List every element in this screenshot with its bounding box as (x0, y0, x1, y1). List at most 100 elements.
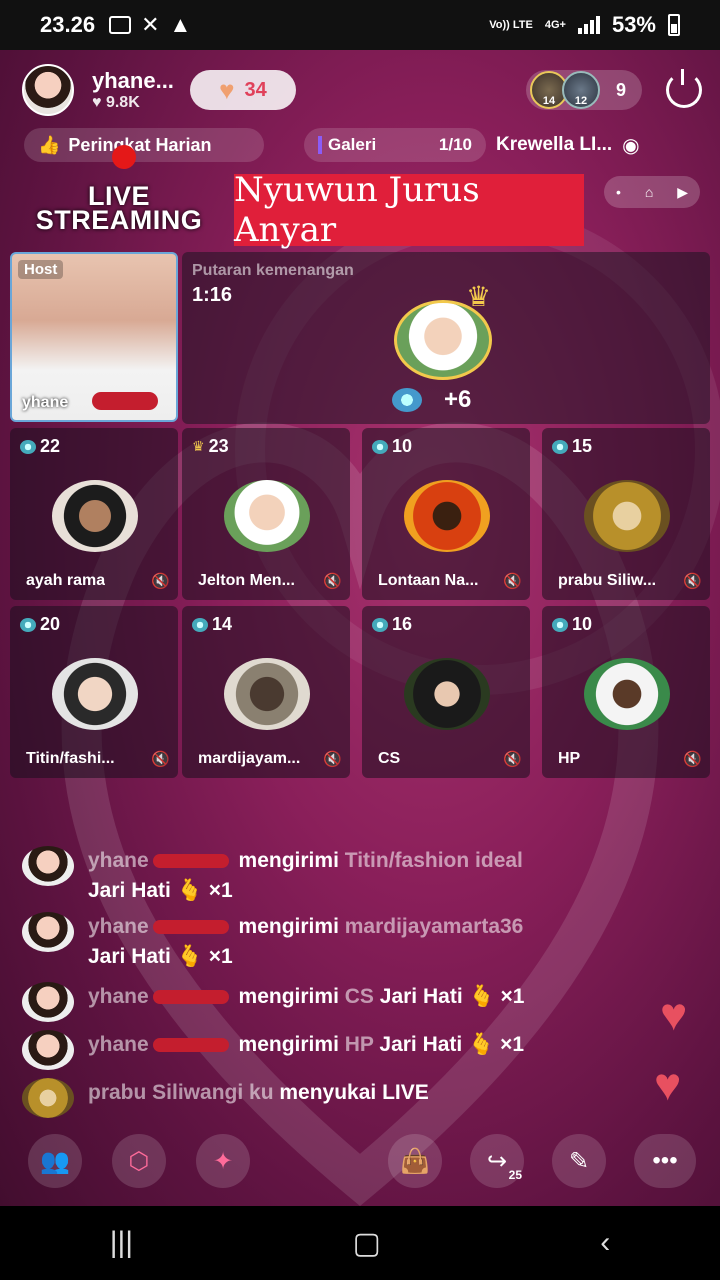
guest-avatar[interactable] (584, 658, 670, 730)
live-label-line2: STREAMING (35, 205, 203, 235)
diamond-icon (20, 617, 36, 632)
guest-seat[interactable]: 14 mardijayam... 🔇 (182, 606, 350, 778)
chat-gift: Jari Hati (379, 985, 463, 1008)
seat-level-value: 14 (212, 614, 233, 634)
chat-avatar[interactable] (22, 1078, 74, 1118)
share-icon[interactable]: ↪ 25 (470, 1134, 524, 1188)
guest-avatar[interactable] (52, 658, 138, 730)
song-title[interactable]: Krewella LI... (496, 134, 612, 156)
mic-muted-icon: 🔇 (503, 573, 522, 590)
home-icon[interactable]: ▢ (353, 1226, 381, 1261)
mic-muted-icon: 🔇 (503, 751, 522, 768)
seat-level-value: 22 (40, 436, 61, 456)
power-icon[interactable] (666, 69, 702, 108)
pen-icon[interactable]: ✎ (552, 1134, 606, 1188)
camera-icon[interactable]: ⌂ (645, 184, 653, 200)
gallery-button[interactable]: Galeri 1/10 (304, 128, 486, 162)
gift-hand-icon: 🫰 (468, 1033, 495, 1056)
guest-seat[interactable]: 22 ayah rama 🔇 (10, 428, 178, 600)
seat-level: 16 (372, 614, 412, 635)
host-likes-value: 9.8K (105, 94, 140, 111)
viewers-pill[interactable]: 14 12 9 (525, 70, 642, 110)
seat-level: 22 (20, 436, 60, 457)
chat-target[interactable]: HP (345, 1033, 374, 1056)
music-icon[interactable]: ◉ (622, 133, 639, 158)
guest-avatar[interactable] (584, 480, 670, 552)
chat-message[interactable]: prabu Siliwangi ku menyukai LIVE (22, 1078, 668, 1118)
heart-counter-button[interactable]: ♥ 34 (189, 70, 296, 110)
guest-seat[interactable]: 10 HP 🔇 (542, 606, 710, 778)
status-bar: 23.26 ✕ ▲ Vo)) LTE 4G+ 53% (0, 0, 720, 50)
guest-seat[interactable]: 16 CS 🔇 (362, 606, 530, 778)
people-icon[interactable]: 👥 (28, 1134, 82, 1188)
guest-avatar[interactable] (224, 658, 310, 730)
guest-avatar[interactable] (224, 480, 310, 552)
chat-message[interactable]: yhane mengirimi Titin/fashion ideal Jari… (22, 846, 668, 906)
chat-user[interactable]: yhane (88, 915, 149, 938)
chat-avatar[interactable] (22, 846, 74, 886)
more-icon[interactable]: ••• (634, 1134, 696, 1188)
winning-round-panel[interactable]: Putaran kemenangan 1:16 ♛ +6 (182, 252, 710, 424)
host-avatar[interactable] (22, 64, 74, 116)
guest-avatar[interactable] (404, 480, 490, 552)
viewer-count: 9 (615, 79, 626, 100)
chat-verb: mengirimi (238, 985, 339, 1008)
chat-text: prabu Siliwangi ku menyukai LIVE (88, 1078, 668, 1118)
camera-controls[interactable]: • ⌂ ▶ (604, 176, 700, 208)
recent-apps-icon[interactable]: ||| (110, 1226, 133, 1260)
diamond-icon (552, 439, 568, 454)
chat-user[interactable]: prabu Siliwangi ku (88, 1081, 274, 1104)
chat-qty: ×1 (500, 985, 525, 1008)
daily-ranking-button[interactable]: 👍 Peringkat Harian (24, 128, 264, 162)
chat-gift: Jari Hati (379, 1033, 463, 1056)
chat-user[interactable]: yhane (88, 1033, 149, 1056)
play-icon[interactable]: ▶ (677, 184, 688, 201)
guest-name: mardijayam... (198, 750, 301, 767)
seat-level-value: 20 (40, 614, 61, 634)
host-info[interactable]: yhane... ♥ 9.8K (92, 68, 174, 112)
chat-message[interactable]: yhane mengirimi CS Jari Hati 🫰 ×1 (22, 982, 668, 1022)
chat-user[interactable]: yhane (88, 849, 149, 872)
chat-verb: mengirimi (238, 849, 339, 872)
seat-level-value: 16 (392, 614, 413, 634)
seat-level-value: 10 (392, 436, 413, 456)
top-viewer-avatar-2[interactable]: 12 (561, 71, 600, 109)
shopping-bag-icon[interactable]: 👜 (388, 1134, 442, 1188)
guest-seat[interactable]: 20 Titin/fashi... 🔇 (10, 606, 178, 778)
chat-text: yhane mengirimi CS Jari Hati 🫰 ×1 (88, 982, 668, 1022)
chat-target[interactable]: mardijayamarta36 (345, 915, 524, 938)
chat-avatar[interactable] (22, 982, 74, 1022)
guest-avatar[interactable] (404, 658, 490, 730)
guest-seat[interactable]: ♛ 23 Jelton Men... 🔇 (182, 428, 350, 600)
chat-target[interactable]: Titin/fashion ideal (345, 849, 523, 872)
chat-user[interactable]: yhane (88, 985, 149, 1008)
cube-icon[interactable]: ⬡ (112, 1134, 166, 1188)
gift-hand-icon: 🫰 (468, 985, 495, 1008)
guest-avatar[interactable] (52, 480, 138, 552)
diamond-icon (20, 439, 36, 454)
status-notification-icons: ✕ ▲ (109, 12, 191, 38)
winner-bonus: +6 (444, 386, 472, 413)
back-icon[interactable]: ‹ (600, 1226, 610, 1260)
host-video-tile[interactable]: Host yhane (10, 252, 178, 422)
seat-level: 20 (20, 614, 60, 635)
guest-seat[interactable]: 10 Lontaan Na... 🔇 (362, 428, 530, 600)
chat-message[interactable]: yhane mengirimi mardijayamarta36 Jari Ha… (22, 912, 668, 972)
chat-qty: ×1 (208, 945, 233, 968)
seat-level: 15 (552, 436, 592, 457)
diamond-icon (392, 388, 422, 412)
dot-icon: • (615, 184, 621, 200)
stream-title-banner: Nyuwun Jurus Anyar (234, 170, 584, 250)
seat-level: 14 (192, 614, 232, 635)
seat-level-value: 23 (208, 436, 229, 456)
gift-hand-icon: 🫰 (176, 945, 203, 968)
book-icon[interactable]: ✦ (196, 1134, 250, 1188)
chat-avatar[interactable] (22, 912, 74, 952)
gallery-icon (109, 16, 132, 34)
chat-avatar[interactable] (22, 1030, 74, 1070)
guest-seat[interactable]: 15 prabu Siliw... 🔇 (542, 428, 710, 600)
guest-name: Titin/fashi... (26, 750, 115, 767)
mic-muted-icon: 🔇 (151, 751, 170, 768)
chat-target[interactable]: CS (345, 985, 374, 1008)
chat-message[interactable]: yhane mengirimi HP Jari Hati 🫰 ×1 (22, 1030, 668, 1070)
